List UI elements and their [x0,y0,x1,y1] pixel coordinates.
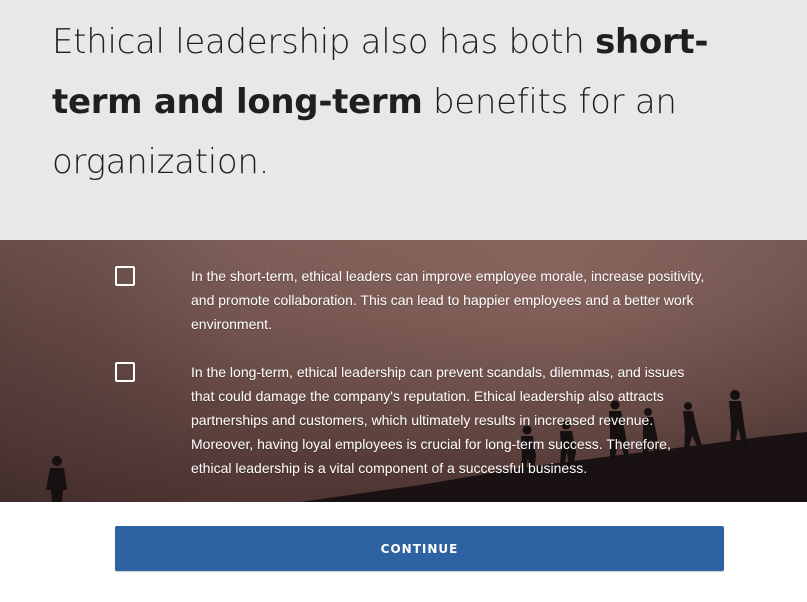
page-heading: Ethical leadership also has both short-t… [52,12,752,192]
person-silhouette [46,456,67,502]
continue-button[interactable]: CONTINUE [115,526,724,571]
heading-section: Ethical leadership also has both short-t… [0,0,807,240]
checkbox[interactable] [115,266,135,286]
item-text: In the short-term, ethical leaders can i… [191,268,705,332]
item-text: In the long-term, ethical leadership can… [191,364,685,476]
checkbox[interactable] [115,362,135,382]
heading-prefix: Ethical leadership also has both [52,22,596,62]
